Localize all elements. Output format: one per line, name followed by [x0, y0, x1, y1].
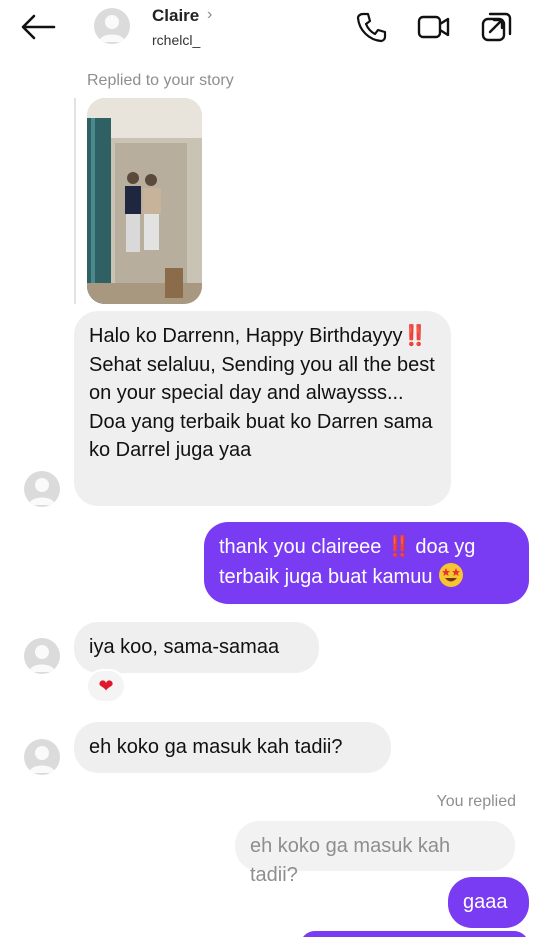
message-text: eh koko ga masuk kah tadii?: [89, 736, 343, 758]
message-bubble-outgoing-partial[interactable]: [300, 931, 529, 937]
story-reply-label: Replied to your story: [87, 72, 234, 89]
message-bubble-incoming[interactable]: iya koo, sama-samaa: [74, 622, 319, 673]
message-bubble-outgoing[interactable]: gaaa: [448, 877, 529, 928]
you-replied-label: You replied: [436, 793, 516, 810]
sender-avatar[interactable]: [24, 739, 60, 775]
quoted-message[interactable]: eh koko ga masuk kah tadii?: [235, 821, 515, 886]
star-struck-emoji: [439, 562, 464, 587]
double-exclamation-emoji: ‼️: [386, 536, 412, 558]
message-bubble-incoming[interactable]: Halo ko Darrenn, Happy Birthdayyy‼️ Seha…: [74, 311, 451, 506]
open-external-icon[interactable]: [480, 10, 514, 44]
quoted-text: eh koko ga masuk kah tadii?: [250, 835, 456, 886]
back-arrow-icon[interactable]: [18, 10, 58, 44]
message-text: thank you claireee: [219, 536, 387, 558]
message-text: gaaa: [463, 891, 508, 913]
sender-avatar[interactable]: [24, 471, 60, 507]
double-exclamation-emoji: ‼️: [402, 325, 427, 347]
contact-username[interactable]: rchelcl_: [152, 32, 200, 48]
phone-icon[interactable]: [355, 10, 389, 44]
contact-avatar[interactable]: [94, 8, 130, 44]
contact-name[interactable]: Claire: [152, 6, 199, 26]
message-text: Halo ko Darrenn, Happy Birthdayyy: [89, 325, 403, 347]
message-text: iya koo, sama-samaa: [89, 636, 280, 658]
message-bubble-outgoing[interactable]: thank you claireee ‼️ doa yg terbaik jug…: [204, 522, 529, 604]
heart-reaction-icon[interactable]: ❤: [86, 669, 126, 703]
story-thumbnail[interactable]: [87, 98, 202, 304]
message-bubble-incoming[interactable]: eh koko ga masuk kah tadii?: [74, 722, 391, 773]
message-text: Sehat selaluu, Sending you all the best …: [89, 353, 441, 462]
story-reply-bar: [74, 98, 76, 304]
video-camera-icon[interactable]: [417, 10, 451, 44]
chevron-right-icon[interactable]: ›: [207, 6, 212, 24]
chat-header: Claire › rchelcl_: [0, 0, 540, 62]
sender-avatar[interactable]: [24, 638, 60, 674]
